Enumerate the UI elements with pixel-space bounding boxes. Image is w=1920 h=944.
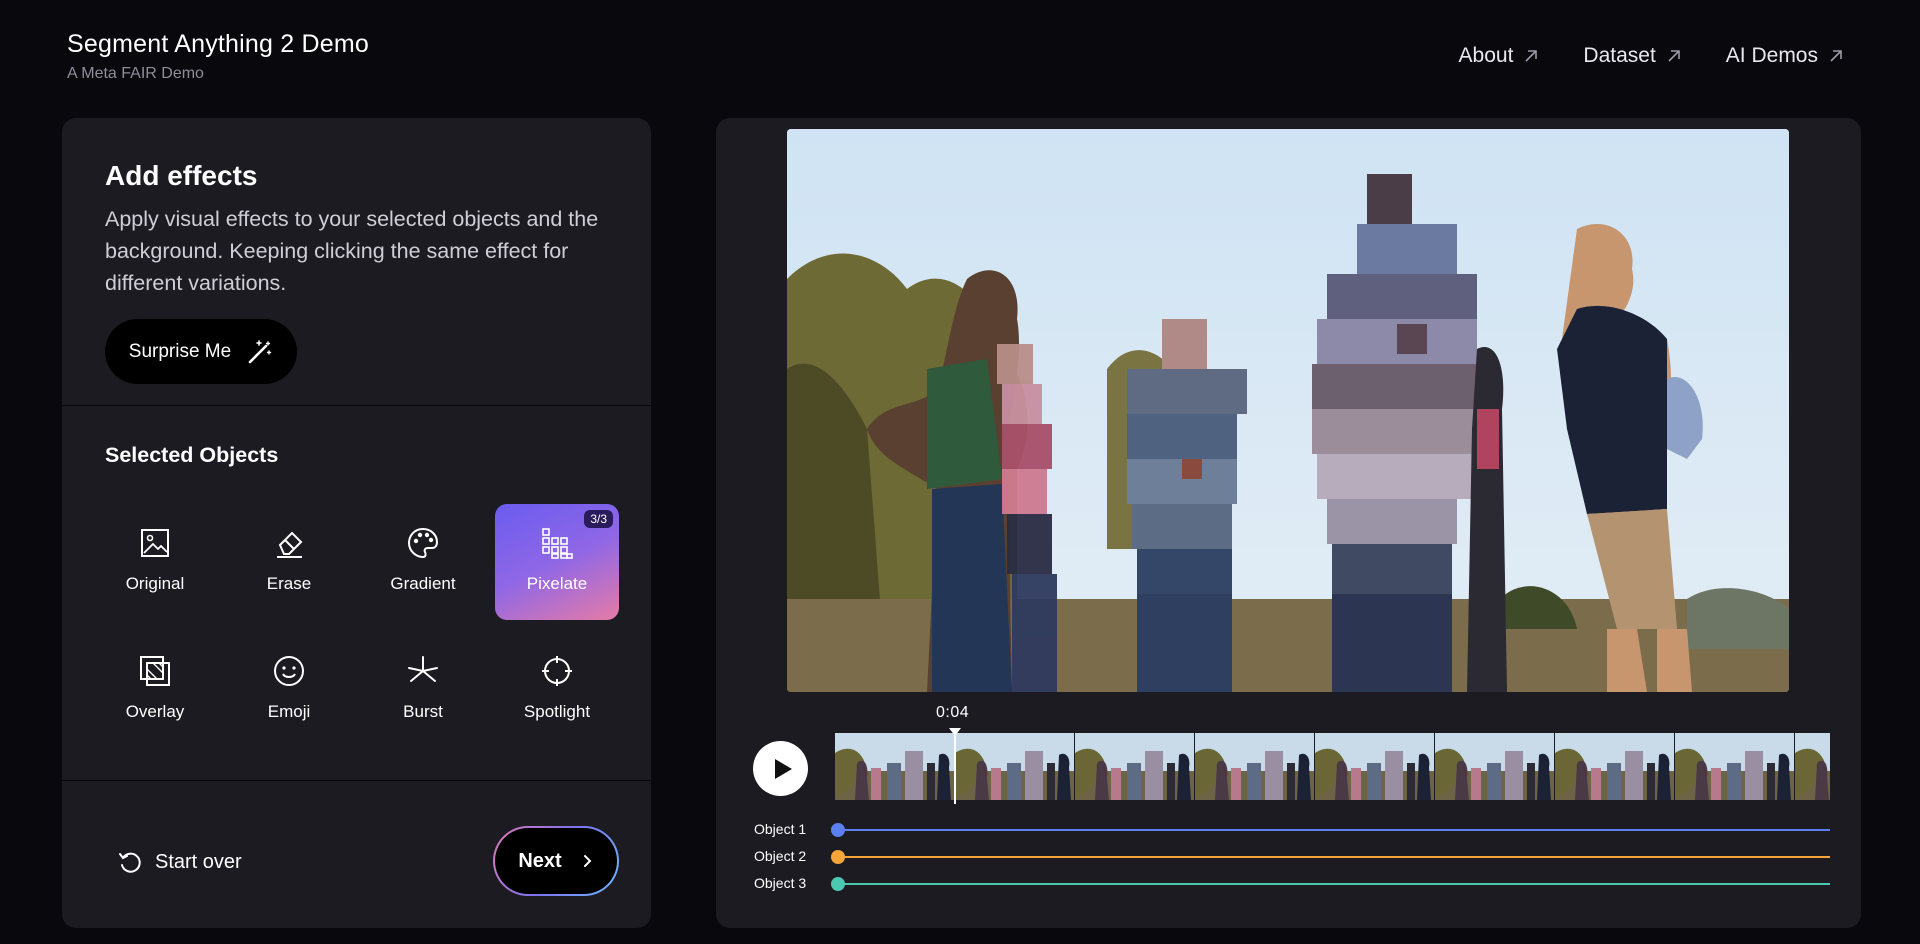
palette-icon [406,526,440,560]
playhead[interactable] [949,728,961,804]
section-divider [62,405,651,406]
filmstrip-frame[interactable] [1555,733,1675,800]
external-arrow-icon [1830,50,1842,62]
filmstrip-frame[interactable] [1675,733,1795,800]
track-line [838,829,1830,831]
filmstrip-frame[interactable] [835,733,955,800]
app-title: Segment Anything 2 Demo [67,30,369,58]
effects-description: Apply visual effects to your selected ob… [105,207,599,295]
effect-spotlight[interactable]: Spotlight [495,632,619,748]
top-nav: About Dataset AI Demos [1459,44,1844,68]
brand: Segment Anything 2 Demo A Meta FAIR Demo [67,30,369,83]
effect-gradient[interactable]: Gradient [361,504,485,620]
next-button[interactable]: Next [493,826,619,896]
effect-label: Spotlight [523,702,591,721]
effect-erase[interactable]: Erase [227,504,351,620]
track-label: Object 3 [754,875,807,891]
effect-overlay[interactable]: Overlay [93,632,217,748]
nav-link-label: Dataset [1583,44,1656,67]
effect-label: Erase [266,574,312,593]
nav-link-label: AI Demos [1725,44,1818,67]
effect-burst[interactable]: Burst [361,632,485,748]
track-label: Object 1 [754,821,807,837]
video-preview[interactable] [787,129,1789,692]
image-icon [138,526,172,560]
nav-link-label: About [1458,44,1514,67]
timecode: 0:04 [936,704,970,721]
effect-label: Emoji [267,702,311,721]
effect-emoji[interactable]: Emoji [227,632,351,748]
track-line [838,856,1830,858]
timeline-filmstrip[interactable] [835,733,1830,800]
filmstrip-frame[interactable] [1435,733,1555,800]
track-dot[interactable] [831,823,845,837]
effect-label: Pixelate [526,574,588,593]
effect-label: Gradient [390,574,456,593]
eraser-icon [272,526,306,560]
app-subtitle: A Meta FAIR Demo [67,65,204,82]
chevron-right-icon [583,855,592,867]
filmstrip-frame[interactable] [1315,733,1435,800]
effects-header: Add effects Apply visual effects to your… [105,160,625,299]
nav-link-dataset[interactable]: Dataset [1583,44,1681,68]
playhead-line [954,734,956,804]
nav-link-ai-demos[interactable]: AI Demos [1726,44,1844,68]
pixelate-icon [540,526,574,560]
restart-icon [119,852,141,873]
track-line [838,883,1830,885]
filmstrip-frame[interactable] [1195,733,1315,800]
external-arrow-icon [1525,50,1538,62]
nav-link-about[interactable]: About [1459,44,1540,68]
emoji-icon [272,654,306,688]
start-over-label: Start over [155,850,242,873]
play-button[interactable] [753,741,808,796]
effect-pixelate[interactable]: 3/3 Pixelate [495,504,619,620]
track-dot[interactable] [831,877,845,891]
object-track-1[interactable]: Object 1 [716,820,1861,840]
effects-title: Add effects [105,160,258,191]
object-track-3[interactable]: Object 3 [716,874,1861,894]
selected-objects-title: Selected Objects [105,443,279,467]
effect-label: Overlay [125,702,185,721]
spotlight-icon [540,654,574,688]
play-icon [774,758,792,779]
effect-label: Burst [403,702,443,721]
track-label: Object 2 [754,848,807,864]
variation-badge: 3/3 [584,510,613,528]
footer-divider [62,780,651,781]
next-label: Next [518,849,562,872]
filmstrip-frame[interactable] [1795,733,1830,800]
surprise-me-label: Surprise Me [128,340,232,362]
burst-icon [406,654,440,688]
surprise-me-button[interactable]: Surprise Me [105,319,297,384]
filmstrip-frame[interactable] [955,733,1075,800]
effect-label: Original [125,574,185,593]
effect-original[interactable]: Original [93,504,217,620]
object-track-2[interactable]: Object 2 [716,847,1861,867]
effects-panel: Add effects Apply visual effects to your… [62,118,651,928]
external-arrow-icon [1668,50,1680,62]
video-panel: 0:04 Object 1 Object 2 Object 3 [716,118,1861,928]
track-dot[interactable] [831,850,845,864]
filmstrip-frame[interactable] [1075,733,1195,800]
magic-wand-icon [248,339,272,363]
start-over-button[interactable]: Start over [117,849,242,875]
overlay-icon [138,654,172,688]
